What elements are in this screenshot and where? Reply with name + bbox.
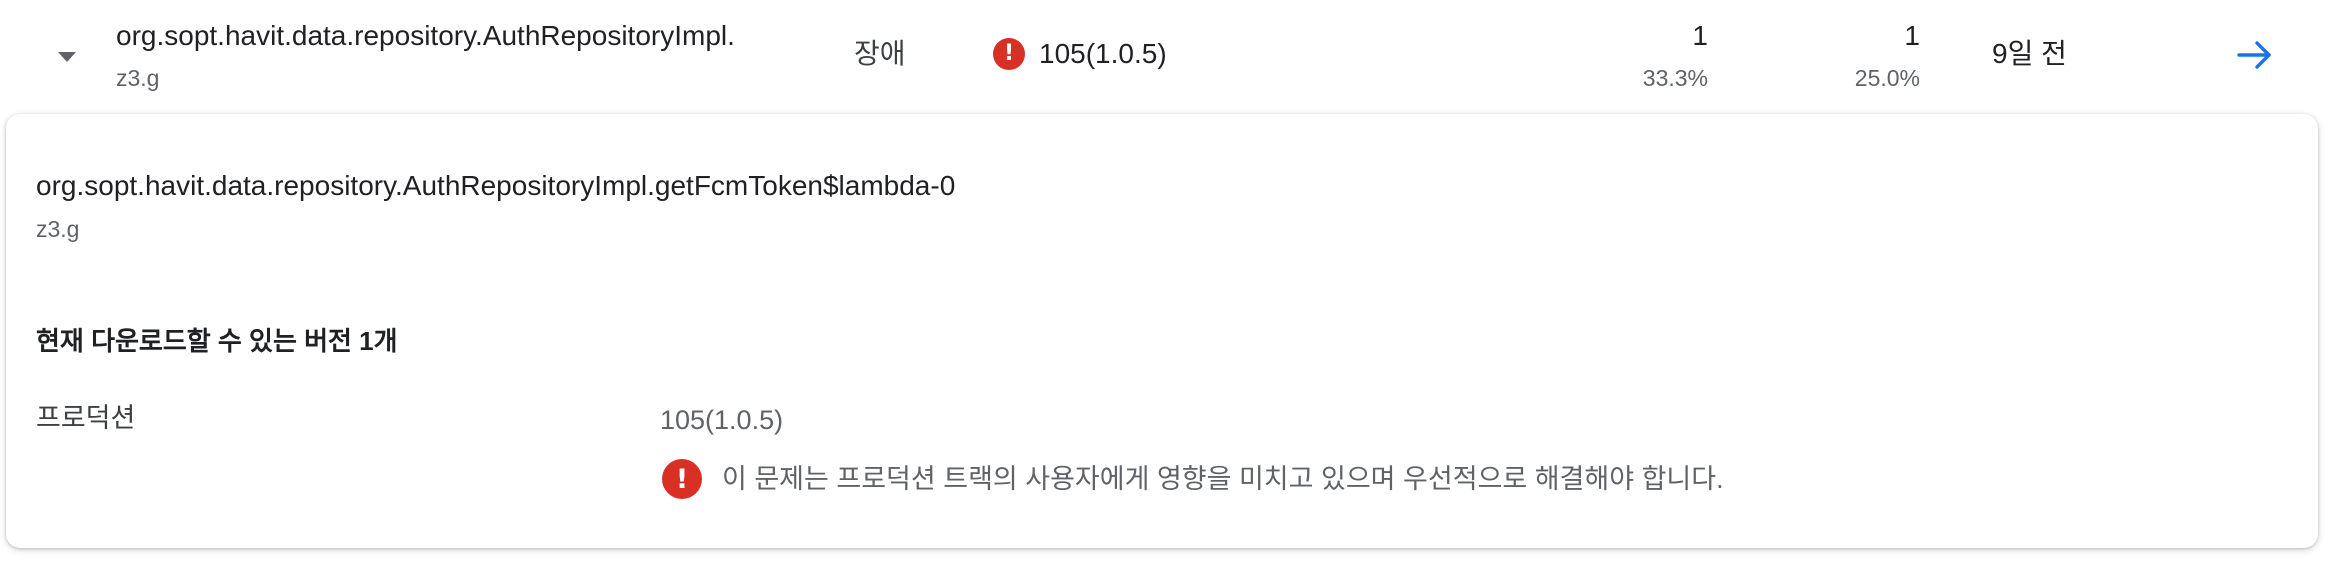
warning-text: 이 문제는 프로덕션 트랙의 사용자에게 영향을 미치고 있으며 우선적으로 해… (722, 464, 1724, 494)
issue-type: 장애 (854, 38, 906, 69)
users-percent: 25.0% (1854, 65, 1920, 91)
track-warning: ! 이 문제는 프로덕션 트랙의 사용자에게 영향을 미치고 있으며 우선적으로… (662, 459, 1724, 499)
chevron-down-icon[interactable] (54, 47, 80, 67)
events-metric: 1 33.3% (1548, 18, 1708, 93)
issue-detail-card: org.sopt.havit.data.repository.AuthRepos… (6, 114, 2318, 548)
versions-heading: 현재 다운로드할 수 있는 버전 1개 (36, 326, 398, 356)
issue-version-text: 105(1.0.5) (1039, 38, 1167, 69)
track-version: 105(1.0.5) (660, 405, 784, 435)
users-metric: 1 25.0% (1760, 18, 1920, 93)
error-icon: ! (662, 459, 702, 499)
detail-title: org.sopt.havit.data.repository.AuthRepos… (36, 170, 956, 201)
issue-age: 9일 전 (1992, 38, 2067, 69)
track-name: 프로덕션 (36, 403, 136, 433)
issue-row[interactable]: org.sopt.havit.data.repository.AuthRepos… (0, 0, 2330, 110)
events-count: 1 (1692, 20, 1708, 51)
detail-subtitle: z3.g (36, 216, 80, 242)
error-icon: ! (993, 38, 1025, 70)
issue-version: ! 105(1.0.5) (993, 36, 1167, 72)
issue-subtitle: z3.g (116, 65, 160, 91)
arrow-right-icon[interactable] (2236, 38, 2274, 72)
events-percent: 33.3% (1642, 65, 1708, 91)
users-count: 1 (1904, 20, 1920, 51)
issue-title[interactable]: org.sopt.havit.data.repository.AuthRepos… (116, 18, 762, 54)
